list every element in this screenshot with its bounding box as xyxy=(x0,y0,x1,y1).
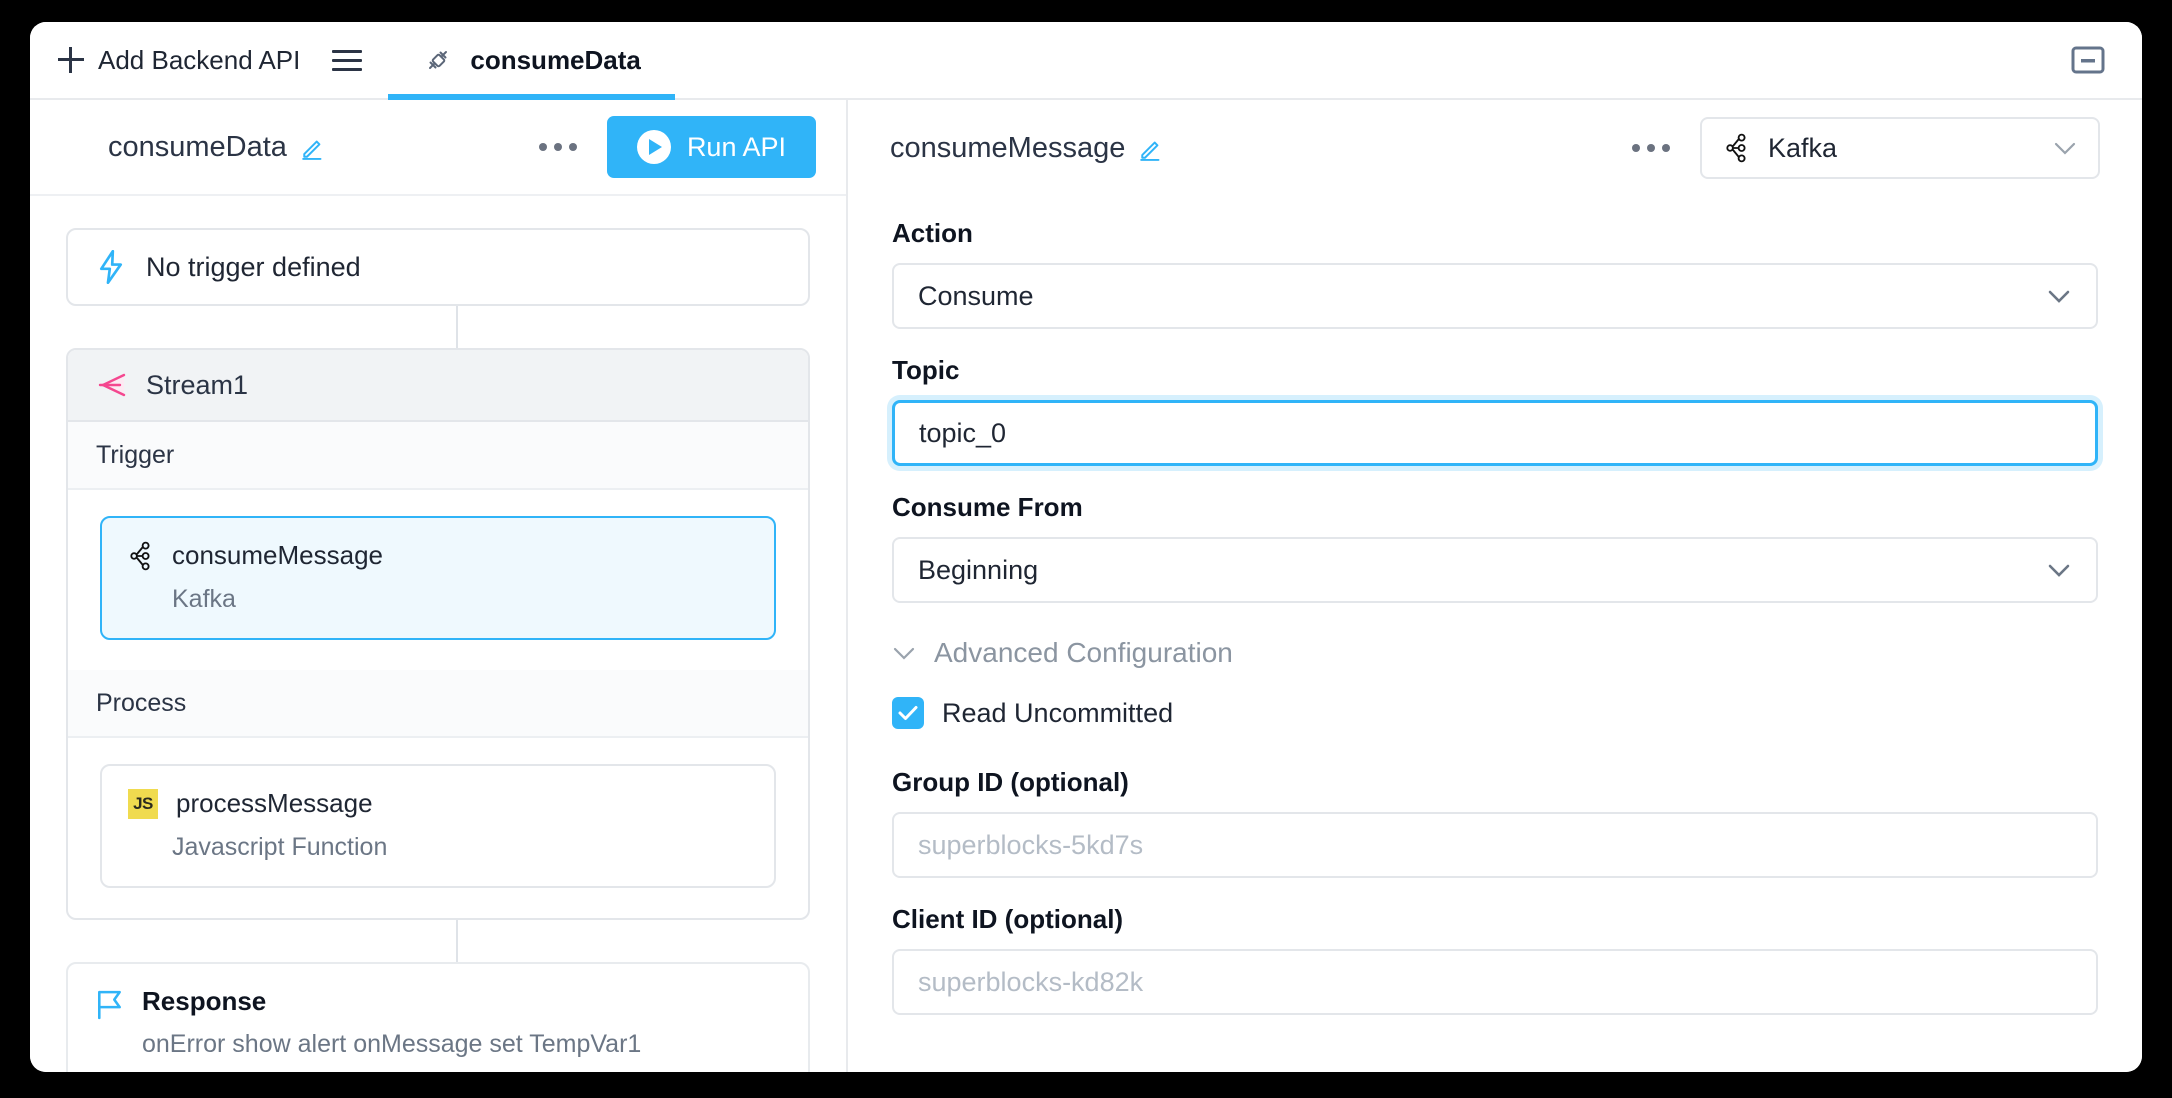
section-header-trigger-label: Trigger xyxy=(96,440,175,469)
plus-icon xyxy=(58,47,84,73)
field-label-topic: Topic xyxy=(892,355,960,385)
tab-active-underline xyxy=(388,94,675,100)
js-icon: JS xyxy=(128,788,158,819)
right-panel-content: Action Consume Topic Consume From xyxy=(848,196,2142,1072)
tab-consume-data-label: consumeData xyxy=(470,44,641,75)
kafka-icon xyxy=(130,541,150,570)
section-body-process: JS processMessage Javascript Function xyxy=(68,738,808,918)
kafka-icon xyxy=(1726,133,1746,163)
right-panel-header: consumeMessage Kafka xyxy=(848,100,2142,196)
node-subtitle: Javascript Function xyxy=(172,833,388,861)
left-panel-more-button[interactable] xyxy=(527,133,589,161)
step-title: consumeMessage xyxy=(890,131,1126,164)
right-panel: consumeMessage Kafka Action Consume Topi… xyxy=(848,100,2142,1072)
add-backend-api-label: Add Backend API xyxy=(98,44,301,75)
right-panel-title-group[interactable]: consumeMessage xyxy=(890,132,1165,165)
client-id-input[interactable] xyxy=(892,949,2098,1015)
response-subtitle: onError show alert onMessage set TempVar… xyxy=(142,1030,642,1058)
run-api-button[interactable]: Run API xyxy=(606,116,816,178)
node-title: consumeMessage xyxy=(172,540,383,570)
stream-arrow-icon xyxy=(98,373,126,397)
field-client-id: Client ID (optional) xyxy=(892,904,2098,1015)
response-card-header: Response xyxy=(96,986,780,1020)
field-label-consume-from: Consume From xyxy=(892,492,1083,522)
response-title: Response xyxy=(142,986,267,1016)
no-trigger-defined-label: No trigger defined xyxy=(146,251,361,282)
node-card-consume-message[interactable]: consumeMessage Kafka xyxy=(100,516,776,640)
integration-select-value: Kafka xyxy=(1768,132,1838,163)
section-body-trigger: consumeMessage Kafka xyxy=(68,490,808,670)
field-label-client-id: Client ID (optional) xyxy=(892,904,1124,934)
advanced-configuration-toggle[interactable]: Advanced Configuration xyxy=(892,637,2098,669)
left-panel: consumeData Run API No trigger defined S… xyxy=(30,100,848,1072)
section-header-trigger: Trigger xyxy=(68,422,808,490)
flow-connector-top xyxy=(456,306,458,348)
advanced-configuration-label: Advanced Configuration xyxy=(934,637,1233,668)
pencil-icon[interactable] xyxy=(301,134,327,160)
read-uncommitted-checkbox[interactable] xyxy=(892,697,924,729)
flag-icon xyxy=(97,990,121,1020)
add-backend-api-button[interactable]: Add Backend API xyxy=(30,22,326,98)
minimize-icon[interactable] xyxy=(2070,45,2106,75)
stream-header[interactable]: Stream1 xyxy=(68,350,808,422)
node-subtitle: Kafka xyxy=(172,585,236,613)
plug-icon xyxy=(429,51,448,69)
left-panel-header: consumeData Run API xyxy=(30,100,846,196)
stream-block: Stream1 Trigger consumeMessage Kafka Pro… xyxy=(66,348,810,920)
hamburger-icon[interactable] xyxy=(332,45,363,75)
tab-bar-spacer xyxy=(675,22,2070,98)
chevron-down-icon xyxy=(2048,564,2070,577)
consume-from-select[interactable]: Beginning xyxy=(892,537,2098,603)
left-panel-content: No trigger defined Stream1 Trigger consu… xyxy=(30,196,846,1072)
page-title: consumeData xyxy=(108,130,287,163)
field-topic: Topic xyxy=(892,355,2098,466)
pencil-icon[interactable] xyxy=(1139,135,1165,161)
left-panel-title-group[interactable]: consumeData xyxy=(108,131,327,164)
field-action: Action Consume xyxy=(892,218,2098,329)
run-api-label: Run API xyxy=(686,131,786,162)
chevron-down-icon xyxy=(2054,142,2076,155)
no-trigger-defined-card[interactable]: No trigger defined xyxy=(66,228,810,306)
consume-from-select-value: Beginning xyxy=(918,554,1039,585)
section-header-process-label: Process xyxy=(96,688,187,717)
chevron-down-icon xyxy=(2048,290,2070,303)
check-icon xyxy=(898,706,918,720)
node-card-process-message[interactable]: JS processMessage Javascript Function xyxy=(100,764,776,888)
chevron-down-icon xyxy=(893,647,915,660)
field-label-action: Action xyxy=(892,218,973,248)
right-panel-more-button[interactable] xyxy=(1620,134,1682,162)
read-uncommitted-label: Read Uncommitted xyxy=(942,697,1174,728)
app-window: Add Backend API consumeData consumeData … xyxy=(30,22,2142,1072)
response-card[interactable]: Response onError show alert onMessage se… xyxy=(66,962,810,1072)
field-group-id: Group ID (optional) xyxy=(892,767,2098,878)
group-id-input[interactable] xyxy=(892,812,2098,878)
action-select-value: Consume xyxy=(918,280,1034,311)
bolt-icon xyxy=(99,250,123,284)
stream-title: Stream1 xyxy=(146,369,249,400)
section-header-process: Process xyxy=(68,670,808,738)
read-uncommitted-checkbox-row[interactable]: Read Uncommitted xyxy=(892,697,2098,729)
flow-connector-bottom xyxy=(456,920,458,962)
tab-bar: Add Backend API consumeData xyxy=(30,22,2142,100)
node-card-header: consumeMessage xyxy=(128,540,748,571)
tab-consume-data[interactable]: consumeData xyxy=(388,22,675,100)
action-select[interactable]: Consume xyxy=(892,263,2098,329)
topic-input[interactable] xyxy=(892,400,2098,466)
play-icon xyxy=(636,130,671,164)
node-card-header: JS processMessage xyxy=(128,788,748,819)
body-split: consumeData Run API No trigger defined S… xyxy=(30,100,2142,1072)
integration-select[interactable]: Kafka xyxy=(1700,117,2100,179)
node-title: processMessage xyxy=(176,788,373,818)
field-label-group-id: Group ID (optional) xyxy=(892,767,1129,797)
field-consume-from: Consume From Beginning xyxy=(892,492,2098,603)
